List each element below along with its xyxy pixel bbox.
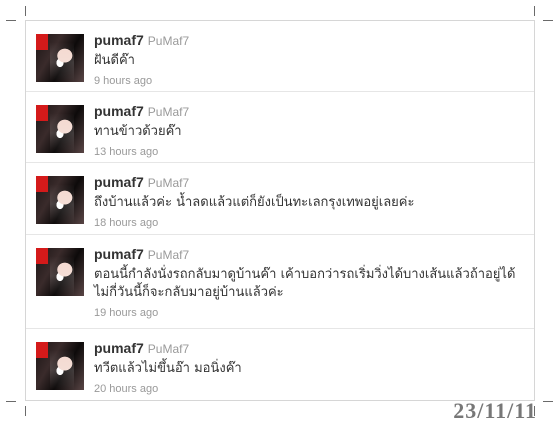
avatar[interactable] bbox=[36, 176, 84, 224]
tweet-header: pumaf7 PuMaf7 bbox=[94, 32, 524, 49]
tweet-timestamp[interactable]: 13 hours ago bbox=[94, 145, 524, 159]
tweet-timestamp[interactable]: 20 hours ago bbox=[94, 382, 524, 396]
tweet-header: pumaf7 PuMaf7 bbox=[94, 174, 524, 191]
tweet-text: ตอนนี้กำลังนั่งรถกลับมาดูบ้านค๊า เค้าบอก… bbox=[94, 267, 516, 300]
tweet-content: pumaf7 PuMaf7 ถึงบ้านแล้วค่ะ น้ำลดแล้วแต่… bbox=[94, 174, 524, 230]
crop-mark-bottom-left bbox=[25, 406, 26, 416]
avatar[interactable] bbox=[36, 34, 84, 82]
tweet-header: pumaf7 PuMaf7 bbox=[94, 340, 524, 357]
avatar[interactable] bbox=[36, 342, 84, 390]
crop-mark-top-right bbox=[534, 6, 535, 16]
crop-mark-left-top bbox=[6, 20, 16, 21]
tweet-item: pumaf7 PuMaf7 ทวีตแล้วไม่ขึ้นอ๊า มอนิ่งค๊… bbox=[26, 329, 534, 400]
tweet-text: ฝันดีค๊า bbox=[94, 53, 135, 68]
date-stamp: 23/11/11 bbox=[453, 398, 537, 423]
avatar[interactable] bbox=[36, 248, 84, 296]
full-name: PuMaf7 bbox=[147, 34, 190, 48]
username-link[interactable]: pumaf7 bbox=[94, 103, 144, 119]
tweet-header: pumaf7 PuMaf7 bbox=[94, 246, 524, 263]
tweet-text: ถึงบ้านแล้วค่ะ น้ำลดแล้วแต่ก็ยังเป็นทะเล… bbox=[94, 195, 415, 210]
tweet-content: pumaf7 PuMaf7 ตอนนี้กำลังนั่งรถกลับมาดูบ้… bbox=[94, 246, 524, 320]
username-link[interactable]: pumaf7 bbox=[94, 340, 144, 356]
tweet-item: pumaf7 PuMaf7 ถึงบ้านแล้วค่ะ น้ำลดแล้วแต่… bbox=[26, 163, 534, 235]
tweet-content: pumaf7 PuMaf7 ฝันดีค๊า 9 hours ago bbox=[94, 32, 524, 88]
tweet-header: pumaf7 PuMaf7 bbox=[94, 103, 524, 120]
tweet-timestamp[interactable]: 18 hours ago bbox=[94, 216, 524, 230]
full-name: PuMaf7 bbox=[147, 105, 190, 119]
tweet-content: pumaf7 PuMaf7 ทานข้าวด้วยค๊า 13 hours ago bbox=[94, 103, 524, 159]
tweet-text: ทวีตแล้วไม่ขึ้นอ๊า มอนิ่งค๊า bbox=[94, 361, 242, 376]
tweet-item: pumaf7 PuMaf7 ทานข้าวด้วยค๊า 13 hours ago bbox=[26, 92, 534, 163]
username-link[interactable]: pumaf7 bbox=[94, 174, 144, 190]
crop-mark-right-bottom bbox=[543, 401, 553, 402]
username-link[interactable]: pumaf7 bbox=[94, 32, 144, 48]
tweet-timeline: pumaf7 PuMaf7 ฝันดีค๊า 9 hours ago pumaf7… bbox=[25, 20, 535, 401]
tweet-text: ทานข้าวด้วยค๊า bbox=[94, 124, 182, 139]
crop-mark-left-bottom bbox=[6, 401, 16, 402]
tweet-timestamp[interactable]: 9 hours ago bbox=[94, 74, 524, 88]
full-name: PuMaf7 bbox=[147, 248, 190, 262]
username-link[interactable]: pumaf7 bbox=[94, 246, 144, 262]
avatar[interactable] bbox=[36, 105, 84, 153]
tweet-timestamp[interactable]: 19 hours ago bbox=[94, 306, 524, 320]
crop-mark-right-top bbox=[543, 20, 553, 21]
full-name: PuMaf7 bbox=[147, 342, 190, 356]
full-name: PuMaf7 bbox=[147, 176, 190, 190]
tweet-item: pumaf7 PuMaf7 ตอนนี้กำลังนั่งรถกลับมาดูบ้… bbox=[26, 235, 534, 329]
tweet-content: pumaf7 PuMaf7 ทวีตแล้วไม่ขึ้นอ๊า มอนิ่งค๊… bbox=[94, 340, 524, 396]
tweet-item: pumaf7 PuMaf7 ฝันดีค๊า 9 hours ago bbox=[26, 21, 534, 92]
crop-mark-top-left bbox=[25, 6, 26, 16]
